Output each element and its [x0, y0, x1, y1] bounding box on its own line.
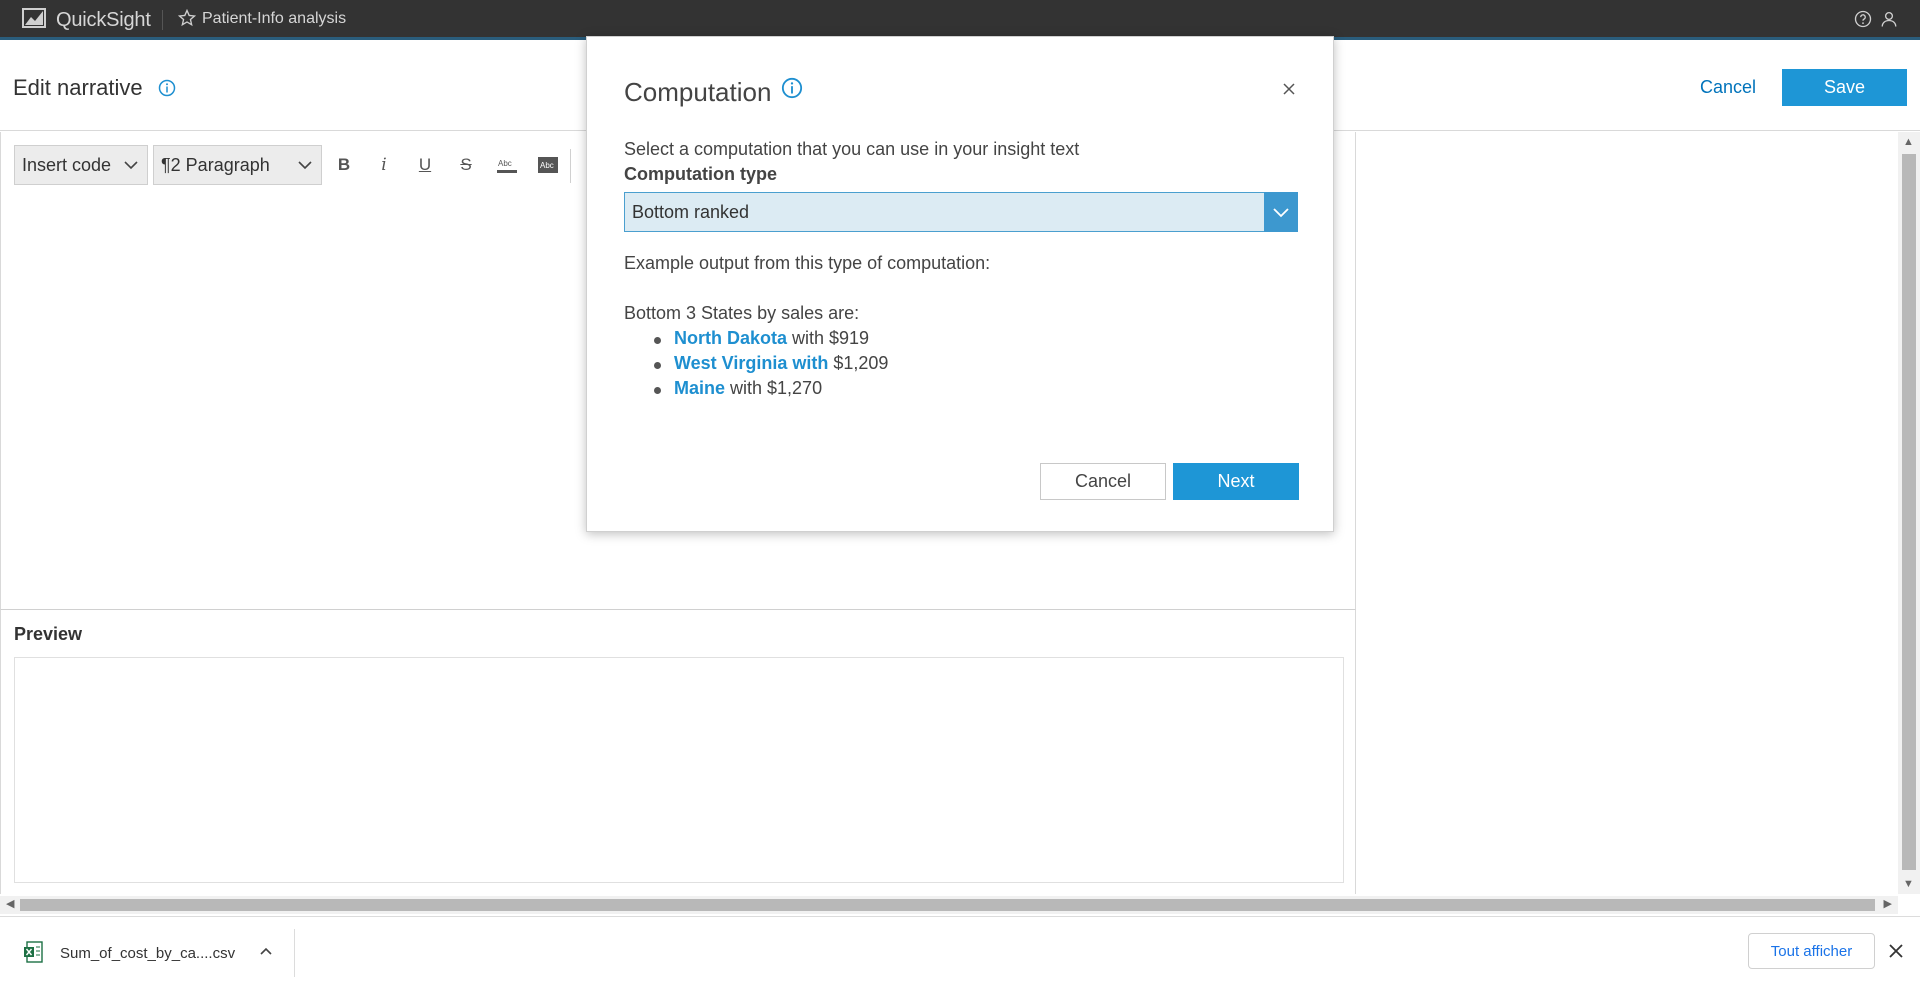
insert-code-label: Insert code: [22, 155, 112, 175]
list-item: Maine with $1,270: [654, 378, 888, 403]
example-item-value: with $1,270: [725, 378, 823, 398]
list-item: West Virginia with $1,209: [654, 353, 888, 378]
svg-text:Abc: Abc: [540, 161, 554, 170]
topbar-divider: [162, 10, 163, 30]
text-color-icon[interactable]: Abc: [495, 153, 519, 177]
download-filename[interactable]: Sum_of_cost_by_ca....csv: [60, 945, 235, 962]
paragraph-style-label: ¶2 Paragraph: [161, 155, 270, 175]
computation-dialog: Computation Select a computation that yo…: [586, 36, 1334, 532]
vertical-scrollbar[interactable]: ▲ ▼: [1898, 132, 1920, 894]
underline-button[interactable]: U: [413, 153, 437, 177]
header-save-button[interactable]: Save: [1782, 69, 1907, 106]
example-item-value: $1,209: [828, 353, 889, 373]
info-icon[interactable]: [781, 77, 803, 99]
paragraph-style-dropdown[interactable]: ¶2 Paragraph: [153, 145, 322, 185]
help-icon[interactable]: [1854, 10, 1872, 28]
chevron-up-icon[interactable]: [258, 943, 274, 959]
preview-panel: Preview: [0, 609, 1356, 894]
italic-button[interactable]: i: [372, 153, 396, 177]
analysis-title[interactable]: Patient-Info analysis: [202, 10, 346, 28]
highlight-color-icon[interactable]: Abc: [536, 153, 560, 177]
dialog-title: Computation: [624, 77, 772, 107]
download-bar: Sum_of_cost_by_ca....csv Tout afficher: [0, 916, 1920, 988]
info-icon[interactable]: [158, 79, 176, 97]
close-icon[interactable]: [1281, 81, 1297, 97]
top-navigation-bar: QuickSight Patient-Info analysis: [0, 0, 1920, 40]
example-heading: Bottom 3 States by sales are:: [624, 303, 860, 323]
bullet-icon: [654, 337, 661, 344]
vertical-scrollbar-thumb[interactable]: [1902, 154, 1916, 870]
chevron-down-icon: [298, 161, 312, 170]
show-all-downloads-button[interactable]: Tout afficher: [1748, 933, 1875, 969]
example-item-value: with $919: [787, 328, 870, 348]
dialog-description: Select a computation that you can use in…: [624, 139, 1080, 159]
example-list: North Dakota with $919 West Virginia wit…: [654, 328, 888, 403]
horizontal-scrollbar-thumb[interactable]: [20, 899, 1875, 911]
insert-code-dropdown[interactable]: Insert code: [14, 145, 148, 185]
select-dropdown-button[interactable]: [1264, 192, 1298, 232]
toolbar-divider: [570, 149, 571, 183]
quicksight-logo-icon[interactable]: [22, 8, 46, 28]
excel-file-icon[interactable]: [24, 941, 44, 963]
page-title: Edit narrative: [13, 75, 143, 100]
download-divider: [294, 929, 295, 977]
example-item-name: Maine: [674, 378, 726, 398]
computation-type-label: Computation type: [624, 164, 777, 184]
computation-type-value: Bottom ranked: [632, 202, 750, 222]
horizontal-scrollbar[interactable]: ◀ ▶: [0, 896, 1898, 914]
brand-name[interactable]: QuickSight: [56, 9, 151, 32]
strikethrough-button[interactable]: S: [454, 153, 478, 177]
preview-content-box: [14, 657, 1344, 883]
dialog-next-button[interactable]: Next: [1173, 463, 1299, 500]
example-item-name: North Dakota: [674, 328, 788, 348]
close-icon[interactable]: [1888, 943, 1904, 959]
header-cancel-button[interactable]: Cancel: [1700, 77, 1756, 98]
svg-text:Abc: Abc: [498, 159, 512, 168]
scroll-down-arrow-icon[interactable]: ▼: [1903, 878, 1914, 890]
bullet-icon: [654, 362, 661, 369]
chevron-down-icon: [1273, 208, 1289, 218]
chevron-down-icon: [124, 161, 138, 170]
star-icon[interactable]: [178, 9, 196, 27]
preview-title: Preview: [14, 624, 83, 644]
example-output-label: Example output from this type of computa…: [624, 253, 991, 273]
user-icon[interactable]: [1880, 10, 1898, 28]
scroll-left-arrow-icon[interactable]: ◀: [6, 897, 14, 910]
scroll-up-arrow-icon[interactable]: ▲: [1903, 136, 1914, 148]
computation-type-select[interactable]: Bottom ranked: [624, 192, 1298, 232]
bullet-icon: [654, 387, 661, 394]
scroll-right-arrow-icon[interactable]: ▶: [1884, 897, 1892, 910]
list-item: North Dakota with $919: [654, 328, 888, 353]
right-side-panel: [1357, 132, 1897, 894]
bold-button[interactable]: B: [332, 153, 356, 177]
example-item-name: West Virginia with: [674, 353, 829, 373]
dialog-cancel-button[interactable]: Cancel: [1040, 463, 1166, 500]
